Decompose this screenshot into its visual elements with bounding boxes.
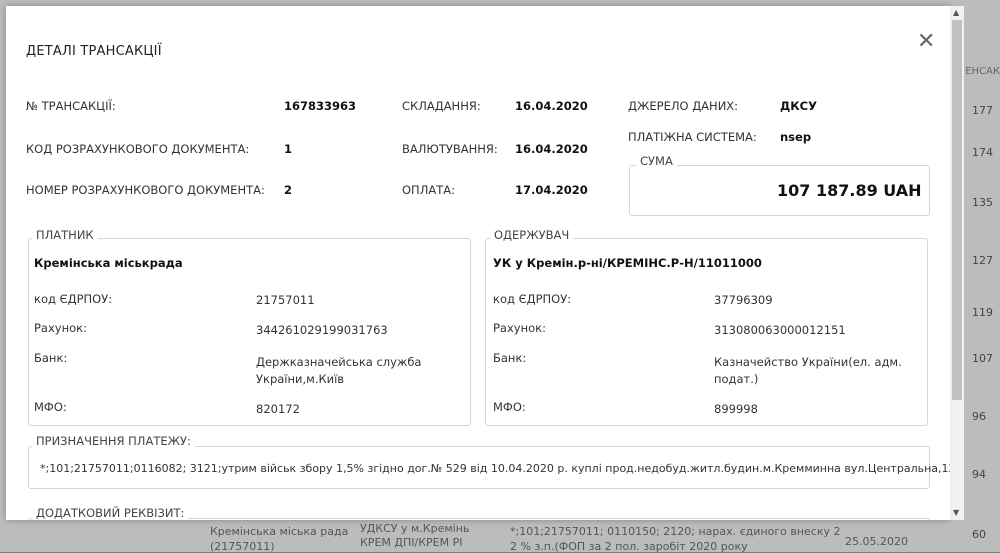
background-amount: 96 [972, 410, 986, 423]
background-amount: 177 [972, 104, 993, 117]
receiver-edrpou-label: код ЄДРПОУ: [493, 292, 572, 306]
receiver-legend: ОДЕРЖУВАЧ [490, 228, 574, 242]
receiver-bank-value-line1: Казначейство України(ел. адм. [714, 355, 902, 369]
payer-edrpou-value: 21757011 [256, 293, 315, 307]
doc-number-value: 2 [284, 183, 293, 197]
doc-number-label: НОМЕР РОЗРАХУНКОВОГО ДОКУМЕНТА: [26, 183, 265, 197]
payment-date-label: ОПЛАТА: [402, 183, 455, 197]
background-row-text: *;101;21757011; 0110150; 2120; нарах. єд… [510, 525, 841, 538]
background-row-text: КРЕМ ДПІ/КРЕМ РІ [360, 536, 463, 549]
background-row-text: 25.05.2020 [845, 535, 908, 548]
background-amount: 107 [972, 352, 993, 365]
background-amount: 135 [972, 196, 993, 209]
value-date-label: ВАЛЮТУВАННЯ: [402, 142, 498, 156]
payer-legend: ПЛАТНИК [32, 228, 98, 242]
data-source-value: ДКСУ [780, 99, 817, 113]
payer-mfo-value: 820172 [256, 402, 300, 416]
scroll-up-arrow-icon[interactable]: ▲ [953, 8, 959, 17]
payer-account-value: 344261029199031763 [256, 323, 388, 337]
modal-title: ДЕТАЛІ ТРАНСАКЦІЇ [26, 44, 162, 59]
receiver-edrpou-value: 37796309 [714, 293, 773, 307]
transaction-details-modal: ДЕТАЛІ ТРАНСАКЦІЇ ✕ № ТРАНСАКЦІЇ: 167833… [6, 6, 950, 520]
background-amount: 60 [972, 528, 986, 541]
transaction-number-value: 167833963 [284, 99, 357, 113]
extra-requisite-legend: ДОДАТКОВИЙ РЕКВІЗИТ: [32, 506, 189, 520]
sum-amount: 107 187.89 UAH [777, 181, 922, 200]
data-source-label: ДЖЕРЕЛО ДАНИХ: [628, 99, 739, 113]
compiled-date-label: СКЛАДАННЯ: [402, 99, 481, 113]
payer-bank-label: Банк: [34, 351, 68, 365]
receiver-bank-value-line2: подат.) [714, 372, 759, 386]
transaction-number-label: № ТРАНСАКЦІЇ: [26, 99, 116, 113]
doc-code-value: 1 [284, 142, 293, 156]
background-row-text: УДКСУ у м.Кремінь [360, 522, 470, 535]
payer-name: Кремінська міськрада [34, 256, 183, 270]
receiver-name: УК у Кремін.р-ні/КРЕМІНС.Р-Н/11011000 [493, 256, 762, 270]
background-amount: 94 [972, 468, 986, 481]
payer-mfo-label: МФО: [34, 400, 67, 414]
receiver-bank-label: Банк: [493, 351, 527, 365]
payment-system-value: nsep [780, 130, 812, 144]
close-icon[interactable]: ✕ [917, 31, 935, 53]
compiled-date-value: 16.04.2020 [515, 99, 588, 113]
modal-scrollbar-thumb[interactable] [952, 20, 962, 400]
background-row-text: (21757011) [210, 540, 275, 553]
doc-code-label: КОД РОЗРАХУНКОВОГО ДОКУМЕНТА: [26, 142, 250, 156]
scroll-down-arrow-icon[interactable]: ▼ [953, 508, 959, 517]
background-row-text: 2 % з.п.(ФОП за 2 пол. заробіт 2020 року [510, 540, 748, 553]
payment-purpose-text: *;101;21757011;0116082; 3121;утрим війсь… [40, 462, 950, 475]
receiver-mfo-label: МФО: [493, 400, 526, 414]
receiver-account-label: Рахунок: [493, 321, 546, 335]
payment-date-value: 17.04.2020 [515, 183, 588, 197]
sum-legend: СУМА [636, 154, 677, 168]
payer-bank-value-line1: Держказначейська служба [256, 355, 422, 369]
background-amount: 127 [972, 254, 993, 267]
background-amount: 174 [972, 146, 993, 159]
payer-bank-value-line2: України,м.Київ [256, 372, 345, 386]
payer-account-label: Рахунок: [34, 321, 87, 335]
receiver-mfo-value: 899998 [714, 402, 758, 416]
payer-edrpou-label: код ЄДРПОУ: [34, 292, 113, 306]
payment-purpose-legend: ПРИЗНАЧЕННЯ ПЛАТЕЖУ: [32, 434, 195, 448]
background-amount: 119 [972, 306, 993, 319]
receiver-account-value: 313080063000012151 [714, 323, 846, 337]
value-date-value: 16.04.2020 [515, 142, 588, 156]
background-row-text: Кремінська міська рада [210, 525, 349, 538]
payment-system-label: ПЛАТІЖНА СИСТЕМА: [628, 130, 757, 144]
